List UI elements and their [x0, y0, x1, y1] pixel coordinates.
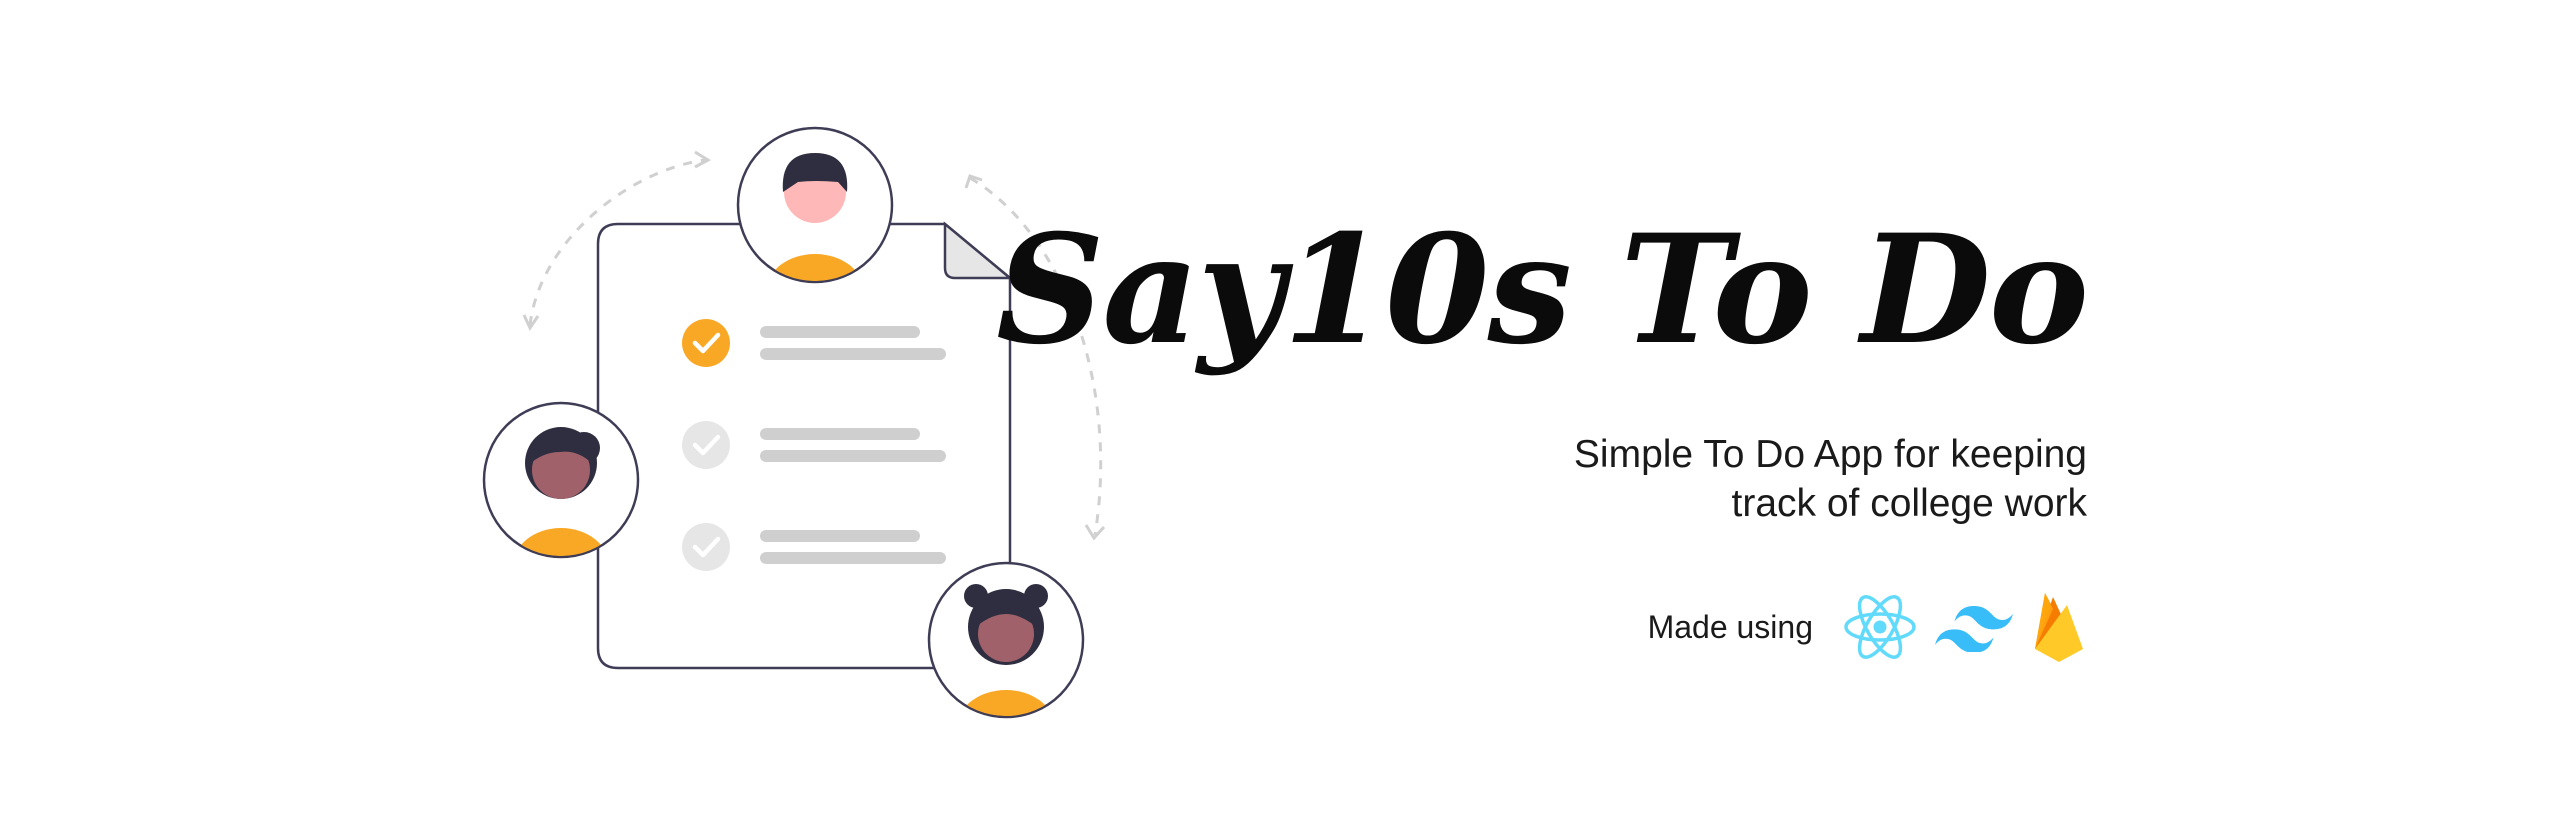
line-placeholder: [760, 530, 920, 542]
tech-stack: Made using: [1648, 582, 2087, 672]
arrow-head: [1084, 524, 1106, 541]
avatar: [927, 561, 1085, 719]
line-placeholder: [760, 552, 946, 564]
firebase-icon: [2035, 593, 2083, 662]
check-circle-icon: [682, 421, 730, 469]
line-placeholder: [760, 348, 946, 360]
subtitle-line: track of college work: [1731, 482, 2087, 525]
tailwind-icon: [1935, 606, 2013, 652]
app-title: Say10s To Do: [996, 202, 2089, 378]
check-circle-filled-icon: [682, 319, 730, 367]
line-placeholder: [760, 326, 920, 338]
check-circle-icon: [682, 523, 730, 571]
banner: Say10s To Do Simple To Do App for keepin…: [0, 0, 2560, 840]
line-placeholder: [760, 450, 946, 462]
line-placeholder: [760, 428, 920, 440]
react-icon: [1844, 595, 1916, 659]
made-using-label: Made using: [1647, 608, 1813, 645]
subtitle-line: Simple To Do App for keeping: [1573, 433, 2087, 476]
app-subtitle: Simple To Do App for keeping track of co…: [1447, 430, 2087, 528]
